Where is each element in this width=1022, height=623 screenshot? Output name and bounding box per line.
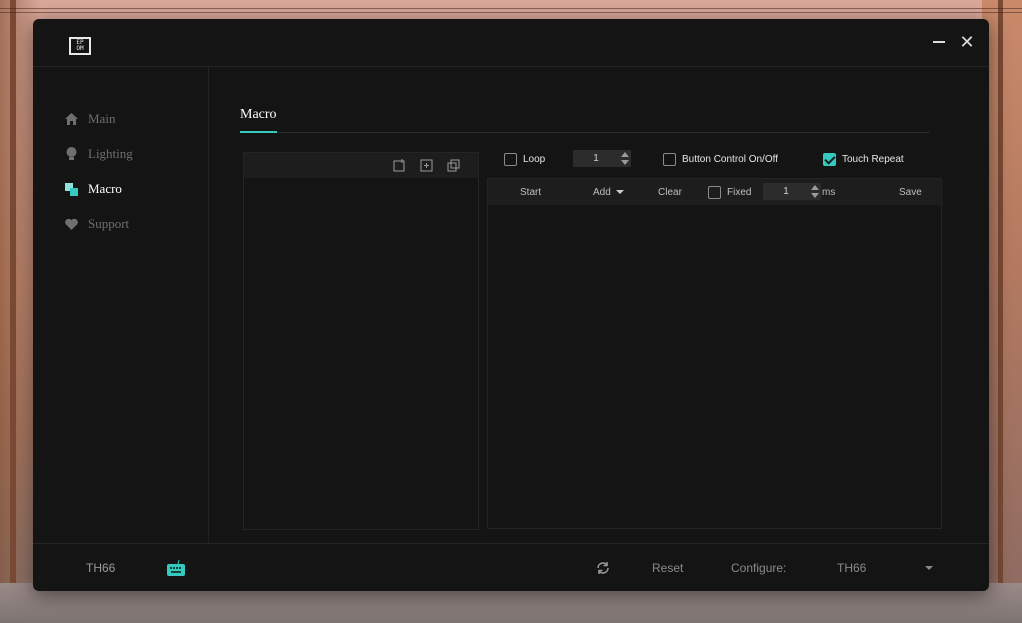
loop-option[interactable]: Loop xyxy=(504,151,545,167)
fixed-option[interactable]: Fixed xyxy=(708,179,751,205)
touch-repeat-checkbox[interactable] xyxy=(823,152,836,166)
decrement-icon[interactable] xyxy=(811,193,819,198)
clear-button[interactable]: Clear xyxy=(658,179,682,205)
keyboard-icon[interactable] xyxy=(167,544,185,592)
close-button[interactable]: ✕ xyxy=(958,33,976,51)
touch-repeat-option[interactable]: Touch Repeat xyxy=(823,151,904,167)
save-button[interactable]: Save xyxy=(899,179,922,205)
caret-down-icon xyxy=(615,190,624,194)
sidebar-item-label: Main xyxy=(88,111,116,126)
background-wire xyxy=(0,8,1022,9)
new-macro-icon[interactable] xyxy=(393,159,406,172)
fixed-label: Fixed xyxy=(727,186,752,198)
sidebar-item-macro[interactable]: Macro xyxy=(63,179,122,199)
stepper-arrows xyxy=(809,183,821,200)
add-label: Add xyxy=(593,186,611,198)
minimize-button[interactable] xyxy=(930,33,948,51)
loop-checkbox[interactable] xyxy=(504,152,517,166)
background-wire xyxy=(0,12,1022,13)
touch-repeat-label: Touch Repeat xyxy=(842,153,904,165)
title-divider xyxy=(240,132,930,133)
macro-icon xyxy=(63,181,79,197)
configure-label: Configure: xyxy=(731,561,787,575)
configure-select[interactable]: TH66 xyxy=(837,544,933,592)
active-tab-indicator xyxy=(240,131,277,133)
caret-down-icon xyxy=(925,566,933,570)
loop-count-stepper[interactable]: 1 xyxy=(573,150,631,167)
sidebar-item-label: Macro xyxy=(88,181,122,196)
bottom-bar: TH66 Reset Configure: TH66 xyxy=(33,543,989,591)
heart-icon xyxy=(63,216,79,232)
import-macro-icon[interactable] xyxy=(420,159,433,172)
fixed-checkbox[interactable] xyxy=(708,185,721,199)
sidebar-item-label: Lighting xyxy=(88,146,133,161)
home-icon xyxy=(63,111,79,127)
sidebar-item-lighting[interactable]: Lighting xyxy=(63,144,133,164)
stepper-arrows xyxy=(619,150,631,167)
add-dropdown[interactable]: Add xyxy=(593,179,624,205)
macro-editor-panel: Start Add Clear Fixed 1 ms Save xyxy=(487,178,943,529)
app-window: EP OM ✕ Main Lighting Macro Support Macr… xyxy=(33,19,989,591)
reset-button[interactable]: Reset xyxy=(652,544,683,592)
title-bar: EP OM ✕ xyxy=(33,19,989,67)
configure-value: TH66 xyxy=(837,561,867,575)
button-control-checkbox[interactable] xyxy=(663,152,676,166)
sidebar-item-support[interactable]: Support xyxy=(63,214,129,234)
background-pole xyxy=(10,0,16,623)
page-title: Macro xyxy=(240,107,277,122)
macro-list-toolbar xyxy=(244,153,478,178)
increment-icon[interactable] xyxy=(811,185,819,190)
button-control-label: Button Control On/Off xyxy=(682,153,778,165)
button-control-option[interactable]: Button Control On/Off xyxy=(663,151,778,167)
brand-logo: EP OM xyxy=(69,37,91,55)
bulb-icon xyxy=(63,146,79,162)
sidebar: Main Lighting Macro Support xyxy=(33,67,209,543)
loop-count-value[interactable]: 1 xyxy=(573,153,619,164)
copy-macro-icon[interactable] xyxy=(447,159,460,172)
start-button[interactable]: Start xyxy=(520,179,541,205)
device-name: TH66 xyxy=(86,561,116,575)
loop-label: Loop xyxy=(523,153,546,165)
close-icon: ✕ xyxy=(959,32,975,52)
delay-value[interactable]: 1 xyxy=(763,186,809,197)
sidebar-item-main[interactable]: Main xyxy=(63,109,115,129)
delay-stepper[interactable]: 1 xyxy=(763,183,821,200)
increment-icon[interactable] xyxy=(621,152,629,157)
refresh-icon[interactable] xyxy=(596,544,610,592)
decrement-icon[interactable] xyxy=(621,160,629,165)
delay-unit: ms xyxy=(822,186,836,198)
macro-editor-toolbar: Start Add Clear Fixed 1 ms Save xyxy=(488,179,943,205)
background-pole xyxy=(998,0,1003,623)
macro-list-panel xyxy=(243,152,479,530)
sidebar-item-label: Support xyxy=(88,216,130,231)
